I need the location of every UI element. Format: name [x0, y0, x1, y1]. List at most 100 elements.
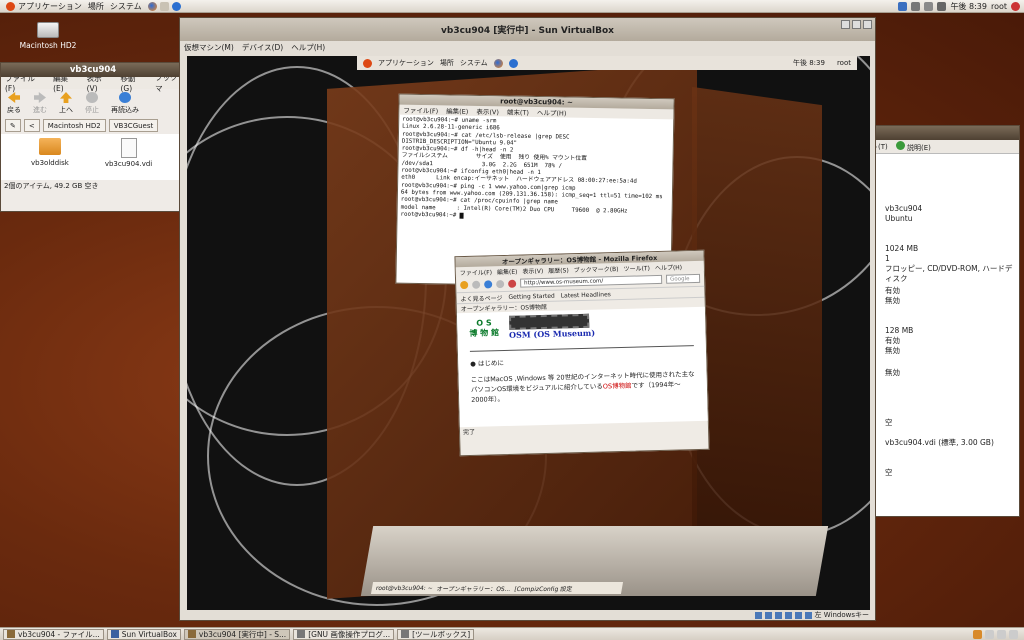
firefox-menu-tools[interactable]: ツール(T) — [623, 263, 650, 273]
volume-icon[interactable] — [937, 2, 947, 11]
workspace-1[interactable] — [973, 629, 982, 639]
maximize-button[interactable] — [852, 20, 861, 29]
menu-devices[interactable]: デバイス(D) — [242, 42, 283, 53]
web-page[interactable]: O S博 物 館 OSM (OS Museum) ● はじめに ここはMacOS… — [456, 306, 708, 428]
terminal-menu-view[interactable]: 表示(V) — [476, 106, 499, 116]
virtualbox-titlebar[interactable]: vb3cu904 [実行中] - Sun VirtualBox — [180, 18, 875, 41]
firefox-launcher-icon[interactable] — [147, 1, 157, 11]
firefox-menu-edit[interactable]: 編集(E) — [497, 266, 518, 276]
guest-firefox-icon[interactable] — [493, 58, 503, 68]
description-icon — [895, 140, 905, 150]
mail-icon[interactable] — [924, 2, 934, 11]
help-launcher-icon[interactable] — [171, 1, 181, 11]
url-bar[interactable]: http://www.os-museum.com/ — [520, 274, 663, 288]
reload-icon[interactable] — [484, 279, 493, 289]
guest-task-firefox[interactable]: オープンギャラリー：OS... — [436, 584, 511, 593]
path-vb3cguest[interactable]: VB3CGuest — [108, 119, 159, 132]
workspace-2[interactable] — [985, 629, 994, 639]
mouse-integration-icon[interactable] — [804, 611, 812, 619]
terminal-line: root@vb3cu904:~# — [400, 211, 460, 219]
guest-system-menu[interactable]: システム — [460, 58, 488, 68]
guest-clock[interactable]: 午後 8:39 — [793, 58, 825, 68]
back-button[interactable]: 戻る — [7, 92, 21, 115]
intro-link[interactable]: OS博物館 — [603, 382, 632, 391]
forward-button[interactable]: 進む — [33, 92, 47, 115]
detail-3d: 有効 — [885, 336, 900, 345]
firefox-menu-help[interactable]: ヘルプ(H) — [655, 262, 682, 272]
menu-machine[interactable]: 仮想マシン(M) — [184, 42, 234, 53]
home-icon[interactable] — [508, 279, 517, 288]
task-label: [GNU 画像操作プログ... — [308, 629, 391, 639]
forward-icon[interactable] — [472, 280, 481, 289]
up-button[interactable]: 上へ — [59, 92, 73, 115]
terminal-menu-edit[interactable]: 編集(E) — [446, 105, 468, 115]
site-logo[interactable]: O S博 物 館 — [469, 318, 499, 339]
guest-help-icon[interactable] — [508, 58, 518, 68]
terminal-output[interactable]: root@vb3cu904:~# uname -srm Linux 2.6.28… — [397, 115, 673, 226]
shared-folders-icon[interactable] — [794, 611, 802, 619]
mail-launcher-icon[interactable] — [159, 1, 169, 11]
guest-ubuntu-icon — [363, 58, 372, 68]
hdd-activity-icon — [754, 611, 762, 619]
places-menu[interactable]: 場所 — [88, 1, 104, 12]
user-name[interactable]: root — [991, 2, 1007, 11]
gimp-task-icon — [297, 630, 306, 638]
details-titlebar[interactable] — [867, 126, 1019, 140]
taskbar-gimp[interactable]: [GNU 画像操作プログ... — [293, 628, 395, 640]
terminal-menu-help[interactable]: ヘルプ(H) — [537, 107, 567, 118]
bookmark-getting-started[interactable]: Getting Started — [508, 292, 555, 300]
path-macintosh-hd2[interactable]: Macintosh HD2 — [42, 119, 106, 132]
terminal-cursor: _ — [459, 212, 464, 219]
back-icon[interactable] — [460, 280, 469, 289]
search-box[interactable]: Google — [665, 273, 701, 284]
bookmark-most-visited[interactable]: よく見るページ — [460, 293, 502, 303]
taskbar-vm[interactable]: vb3cu904 [実行中] - S... — [183, 628, 291, 640]
file-manager-titlebar[interactable]: vb3cu904 — [1, 63, 185, 77]
stop-button[interactable]: 停止 — [85, 92, 99, 115]
guest-task-compiz[interactable]: [CompizConfig 設定 — [514, 584, 573, 593]
applications-label: アプリケーション — [18, 1, 82, 11]
guest-user[interactable]: root — [837, 59, 851, 67]
description-label: 説明(E) — [906, 143, 931, 152]
guest-places-menu[interactable]: 場所 — [440, 58, 454, 68]
workspace-4[interactable] — [1009, 629, 1018, 639]
detail-ide-empty: 空 — [885, 418, 893, 427]
taskbar-file-manager[interactable]: vb3cu904 - ファイル... — [3, 628, 104, 640]
minimize-button[interactable] — [841, 20, 850, 29]
file-item-vb3olddisk[interactable]: vb3olddisk — [31, 138, 69, 176]
guest-screen[interactable]: アプリケーション 場所 システム 午後 8:39 root root@vb3cu… — [187, 56, 870, 612]
bluetooth-icon[interactable] — [898, 2, 908, 11]
applications-menu[interactable]: アプリケーション — [6, 1, 82, 12]
edit-location-button[interactable]: ✎ — [5, 119, 21, 132]
clock[interactable]: 午後 8:39 — [950, 1, 987, 12]
guest-applications-menu[interactable]: アプリケーション — [378, 58, 434, 68]
desktop-hdd[interactable]: Macintosh HD2 — [18, 22, 78, 50]
close-button[interactable] — [863, 20, 872, 29]
reload-button[interactable]: 再読込み — [111, 92, 139, 115]
usb-icon[interactable] — [784, 611, 792, 619]
tab-description[interactable]: 説明(E) — [895, 140, 931, 153]
path-left-button[interactable]: < — [23, 119, 40, 132]
file-item-vdi[interactable]: vb3cu904.vdi — [105, 138, 152, 176]
menu-help[interactable]: ヘルプ(H) — [291, 42, 325, 53]
detail-memory: 1024 MB — [885, 244, 919, 253]
power-icon[interactable] — [1011, 2, 1020, 11]
firefox-menu-view[interactable]: 表示(V) — [522, 265, 543, 275]
task-label: vb3cu904 [実行中] - S... — [198, 629, 287, 639]
terminal-menu-terminal[interactable]: 端末(T) — [507, 106, 529, 116]
firefox-menu-bookmarks[interactable]: ブックマーク(B) — [574, 264, 619, 274]
system-menu[interactable]: システム — [110, 1, 142, 12]
cd-activity-icon — [764, 611, 772, 619]
guest-task-terminal[interactable]: root@vb3cu904: ~ — [375, 585, 433, 592]
stop-icon[interactable] — [496, 279, 505, 288]
document-icon — [120, 138, 137, 158]
bookmark-latest-headlines[interactable]: Latest Headlines — [561, 291, 611, 299]
network-icon[interactable] — [911, 2, 921, 11]
firefox-menu-history[interactable]: 履歴(S) — [548, 265, 569, 275]
taskbar-virtualbox[interactable]: Sun VirtualBox — [106, 628, 181, 640]
terminal-menu-file[interactable]: ファイル(F) — [403, 105, 438, 116]
firefox-menu-file[interactable]: ファイル(F) — [460, 267, 492, 277]
site-title: OSM (OS Museum) — [508, 327, 596, 340]
workspace-3[interactable] — [997, 629, 1006, 639]
taskbar-toolbox[interactable]: [ツールボックス] — [397, 628, 475, 640]
